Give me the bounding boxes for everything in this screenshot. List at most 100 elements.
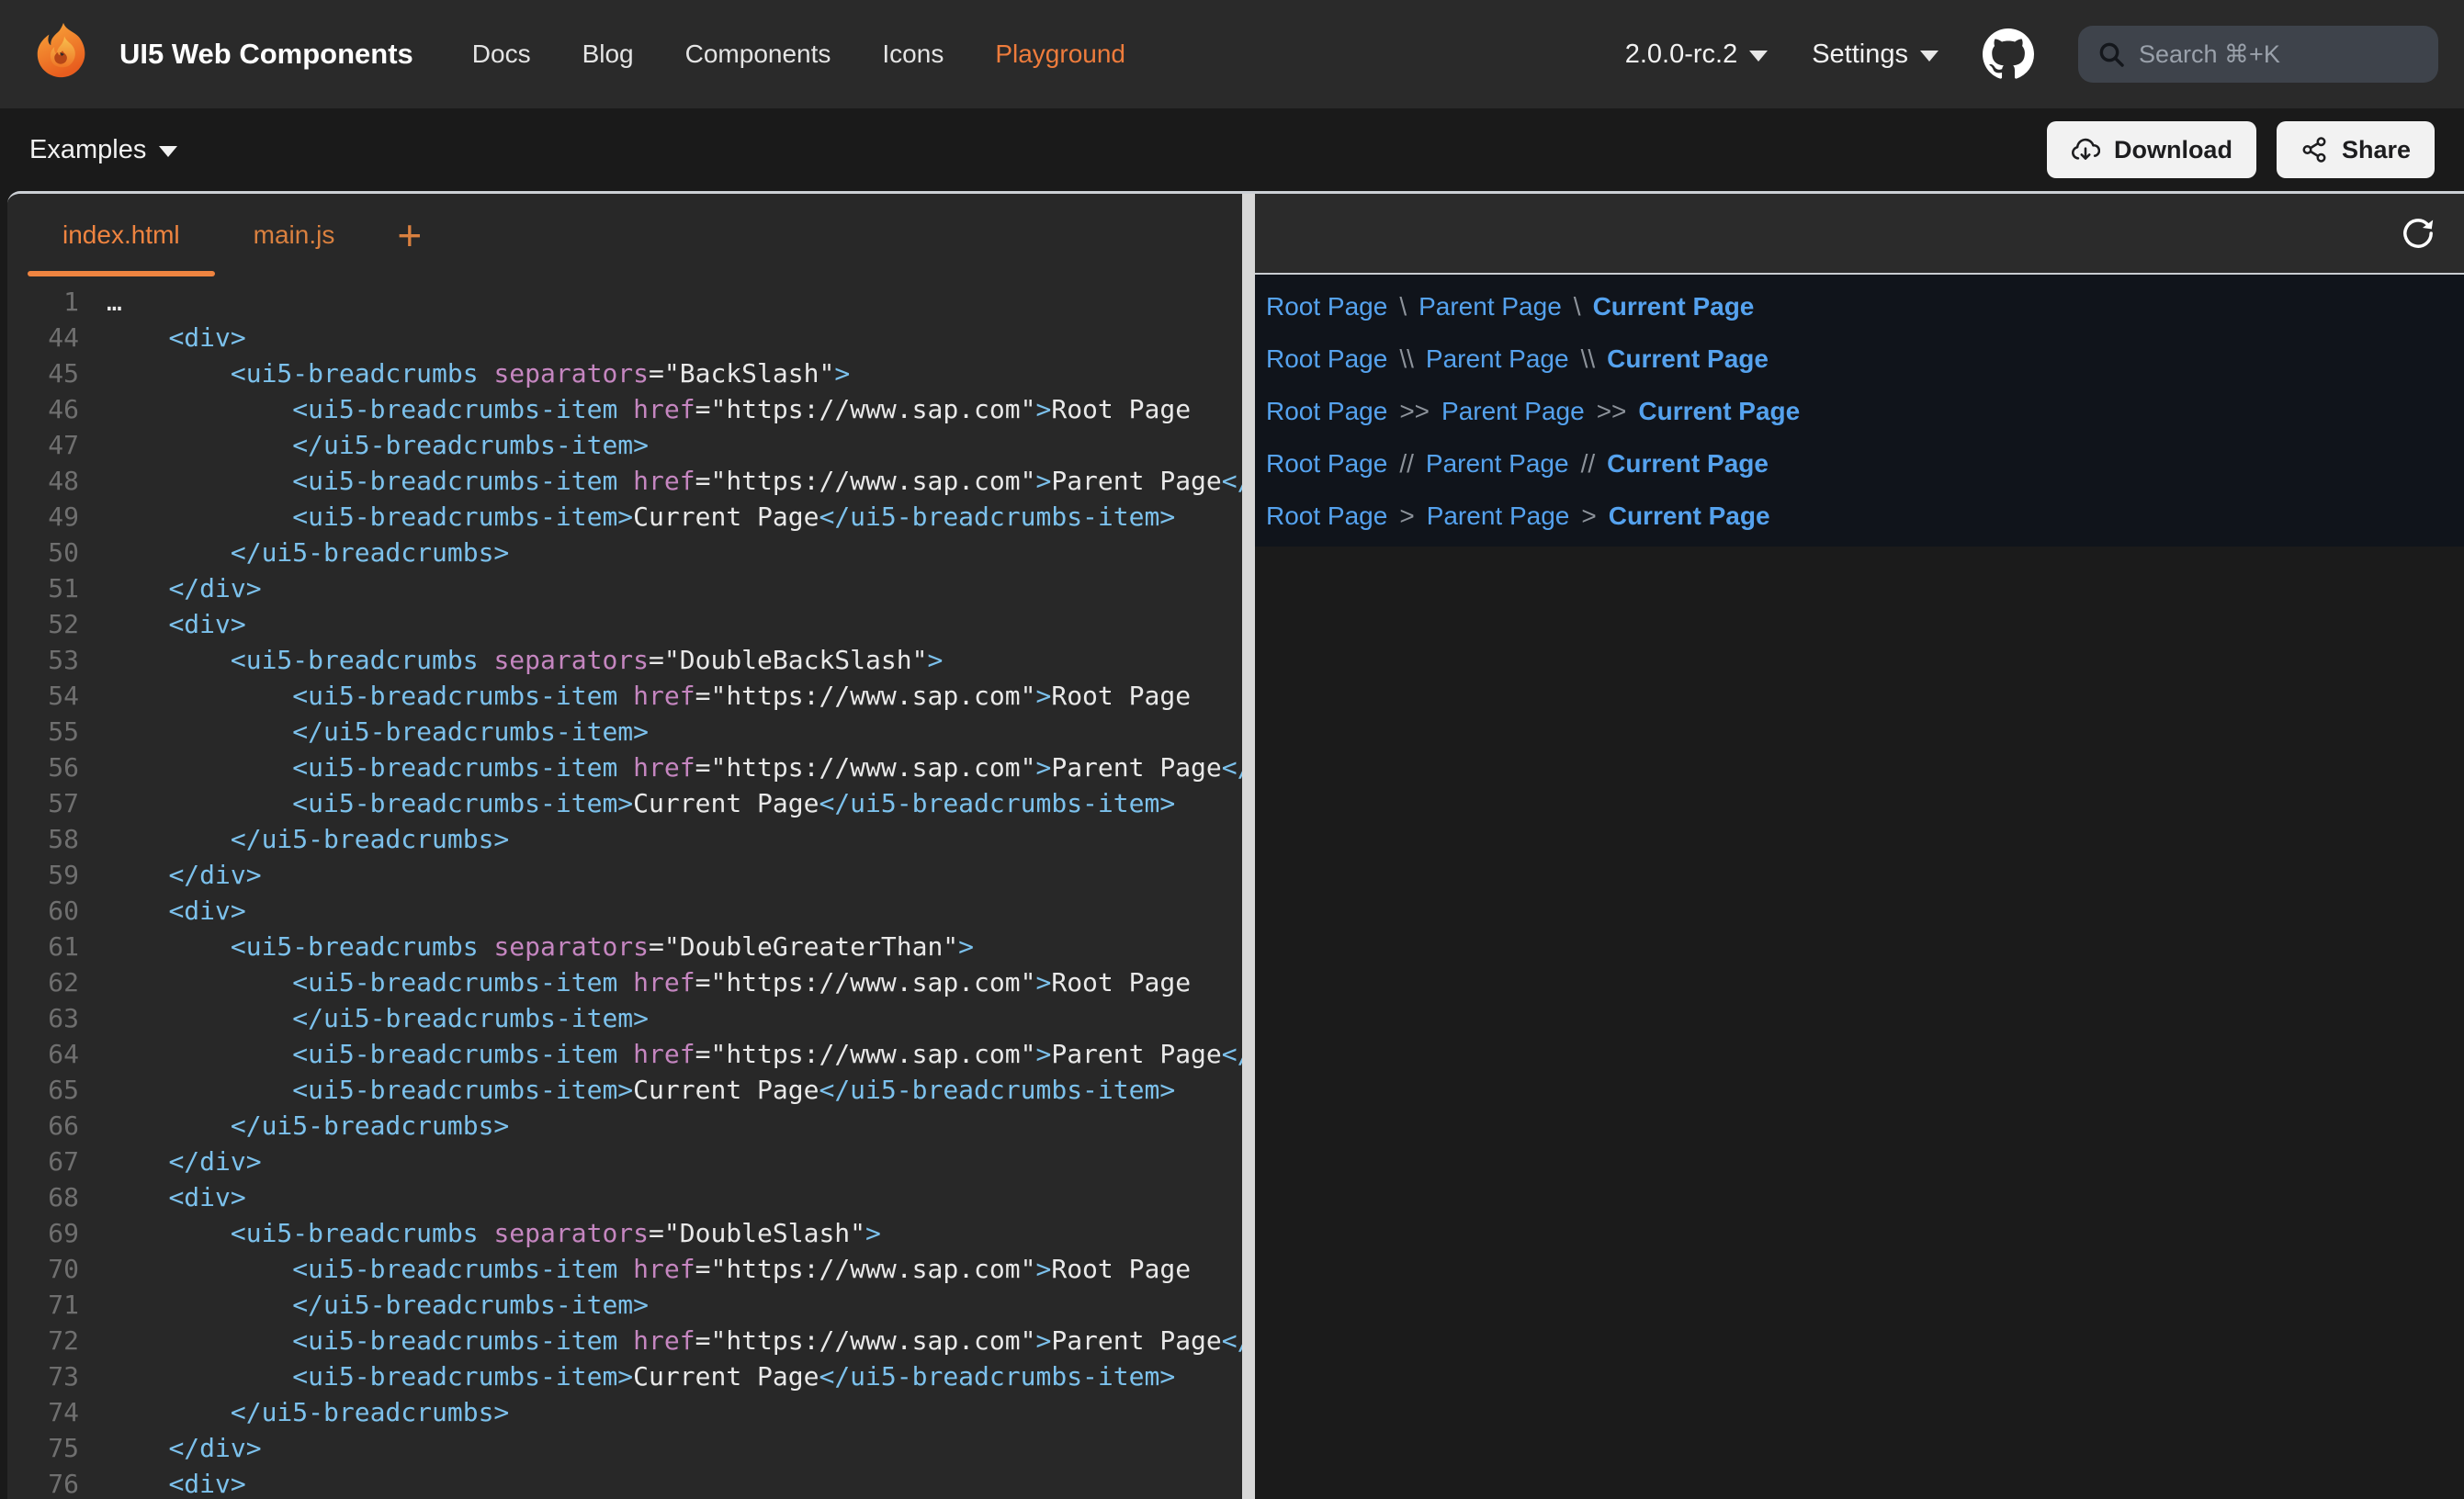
breadcrumb: Root Page\Parent Page\Current Page: [1266, 280, 2464, 332]
code-line: 53 <ui5-breadcrumbs separators="DoubleBa…: [7, 642, 1242, 678]
code-line-content: </ui5-breadcrumbs>: [79, 535, 509, 570]
nav-item-components[interactable]: Components: [685, 39, 831, 69]
code-line-content: </div>: [79, 1144, 262, 1179]
tab-index-html[interactable]: index.html: [26, 194, 217, 276]
nav-item-icons[interactable]: Icons: [882, 39, 944, 69]
breadcrumb-link[interactable]: Root Page: [1266, 449, 1387, 479]
search-input[interactable]: [2139, 40, 2464, 69]
tab-strip: index.htmlmain.js: [26, 194, 371, 276]
code-line-content: <ui5-breadcrumbs-item href="https://www.…: [79, 463, 1242, 499]
nav-item-docs[interactable]: Docs: [472, 39, 531, 69]
breadcrumb-separator: >: [1581, 502, 1596, 531]
code-line-content: <div>: [79, 320, 246, 355]
code-line-content: <ui5-breadcrumbs-item href="https://www.…: [79, 1323, 1242, 1358]
line-number: 55: [7, 714, 79, 750]
breadcrumb-current: Current Page: [1607, 449, 1769, 479]
search-box[interactable]: [2078, 26, 2438, 83]
code-line: 71 </ui5-breadcrumbs-item>: [7, 1287, 1242, 1323]
breadcrumb-link[interactable]: Parent Page: [1427, 502, 1570, 531]
line-number: 58: [7, 821, 79, 857]
breadcrumb-link[interactable]: Parent Page: [1418, 292, 1562, 321]
code-line: 50 </ui5-breadcrumbs>: [7, 535, 1242, 570]
preview-pane: Root Page\Parent Page\Current PageRoot P…: [1255, 194, 2464, 1499]
line-number: 61: [7, 929, 79, 964]
code-line-content: </ui5-breadcrumbs>: [79, 1394, 509, 1430]
breadcrumb: Root Page>>Parent Page>>Current Page: [1266, 385, 2464, 437]
examples-toolbar: Examples Download Share: [0, 108, 2464, 191]
line-number: 72: [7, 1323, 79, 1358]
line-number: 57: [7, 785, 79, 821]
code-line: 72 <ui5-breadcrumbs-item href="https://w…: [7, 1323, 1242, 1358]
code-line-content: <ui5-breadcrumbs-item>Current Page</ui5-…: [79, 499, 1175, 535]
chevron-down-icon: [159, 146, 177, 157]
settings-label: Settings: [1812, 39, 1908, 70]
settings-menu[interactable]: Settings: [1812, 39, 1938, 70]
code-line-content: </div>: [79, 857, 262, 893]
code-line-content: </ui5-breadcrumbs-item>: [79, 427, 649, 463]
code-line-content: </ui5-breadcrumbs-item>: [79, 1287, 649, 1323]
code-line: 63 </ui5-breadcrumbs-item>: [7, 1000, 1242, 1036]
code-line: 70 <ui5-breadcrumbs-item href="https://w…: [7, 1251, 1242, 1287]
code-line-content: <ui5-breadcrumbs-item href="https://www.…: [79, 964, 1191, 1000]
breadcrumb-link[interactable]: Root Page: [1266, 344, 1387, 374]
code-line: 68 <div>: [7, 1179, 1242, 1215]
breadcrumb-current: Current Page: [1593, 292, 1755, 321]
github-icon[interactable]: [1983, 28, 2034, 80]
breadcrumb: Root Page\\Parent Page\\Current Page: [1266, 332, 2464, 385]
code-line-content: <ui5-breadcrumbs-item href="https://www.…: [79, 391, 1191, 427]
code-line: 52 <div>: [7, 606, 1242, 642]
breadcrumb-current: Current Page: [1607, 344, 1769, 374]
code-line: 76 <div>: [7, 1466, 1242, 1499]
code-line-content: <ui5-breadcrumbs-item>Current Page</ui5-…: [79, 1072, 1175, 1108]
chevron-down-icon: [1749, 51, 1768, 62]
examples-label: Examples: [29, 135, 146, 165]
code-line: 73 <ui5-breadcrumbs-item>Current Page</u…: [7, 1358, 1242, 1394]
breadcrumb-link[interactable]: Root Page: [1266, 397, 1387, 426]
breadcrumb-separator: >>: [1399, 397, 1430, 426]
line-number: 50: [7, 535, 79, 570]
line-number: 46: [7, 391, 79, 427]
code-line-content: <ui5-breadcrumbs-item href="https://www.…: [79, 1251, 1191, 1287]
breadcrumb-link[interactable]: Root Page: [1266, 292, 1387, 321]
code-line-content: </ui5-breadcrumbs-item>: [79, 714, 649, 750]
code-line-content: <div>: [79, 606, 246, 642]
code-line-content: <ui5-breadcrumbs separators="DoubleBackS…: [79, 642, 943, 678]
version-selector[interactable]: 2.0.0-rc.2: [1625, 39, 1769, 70]
line-number: 51: [7, 570, 79, 606]
breadcrumb-link[interactable]: Parent Page: [1441, 397, 1585, 426]
pane-resizer-handle[interactable]: [1242, 194, 1255, 1499]
download-button[interactable]: Download: [2047, 121, 2256, 178]
breadcrumb-link[interactable]: Root Page: [1266, 502, 1387, 531]
examples-dropdown[interactable]: Examples: [29, 135, 177, 165]
nav-item-playground[interactable]: Playground: [995, 39, 1125, 69]
code-line-content: <div>: [79, 1466, 246, 1499]
add-tab-button[interactable]: +: [371, 194, 447, 276]
breadcrumb-current: Current Page: [1609, 502, 1770, 531]
share-button[interactable]: Share: [2277, 121, 2435, 178]
code-line: 62 <ui5-breadcrumbs-item href="https://w…: [7, 964, 1242, 1000]
breadcrumb-separator: >: [1399, 502, 1414, 531]
code-line: 51 </div>: [7, 570, 1242, 606]
code-line: 44 <div>: [7, 320, 1242, 355]
code-line-content: <ui5-breadcrumbs-item>Current Page</ui5-…: [79, 785, 1175, 821]
breadcrumb-separator: \\: [1399, 344, 1414, 374]
code-line: 65 <ui5-breadcrumbs-item>Current Page</u…: [7, 1072, 1242, 1108]
code-line-content: <ui5-breadcrumbs separators="BackSlash">: [79, 355, 850, 391]
code-line: 56 <ui5-breadcrumbs-item href="https://w…: [7, 750, 1242, 785]
code-line-content: <ui5-breadcrumbs-item href="https://www.…: [79, 1036, 1242, 1072]
tab-main-js[interactable]: main.js: [217, 194, 372, 276]
breadcrumb-link[interactable]: Parent Page: [1426, 344, 1569, 374]
version-label: 2.0.0-rc.2: [1625, 39, 1738, 70]
line-number: 45: [7, 355, 79, 391]
breadcrumb-link[interactable]: Parent Page: [1426, 449, 1569, 479]
refresh-button[interactable]: [2398, 213, 2438, 254]
ui5-phoenix-logo-icon[interactable]: [29, 20, 97, 88]
line-number: 62: [7, 964, 79, 1000]
code-line-content: <ui5-breadcrumbs separators="DoubleGreat…: [79, 929, 974, 964]
nav-item-blog[interactable]: Blog: [582, 39, 634, 69]
code-editor[interactable]: 1…44 <div>45 <ui5-breadcrumbs separators…: [7, 276, 1242, 1499]
breadcrumb: Root Page//Parent Page//Current Page: [1266, 437, 2464, 490]
line-number: 1: [7, 284, 79, 320]
breadcrumb-separator: \: [1399, 292, 1407, 321]
code-line-content: </ui5-breadcrumbs>: [79, 1108, 509, 1144]
